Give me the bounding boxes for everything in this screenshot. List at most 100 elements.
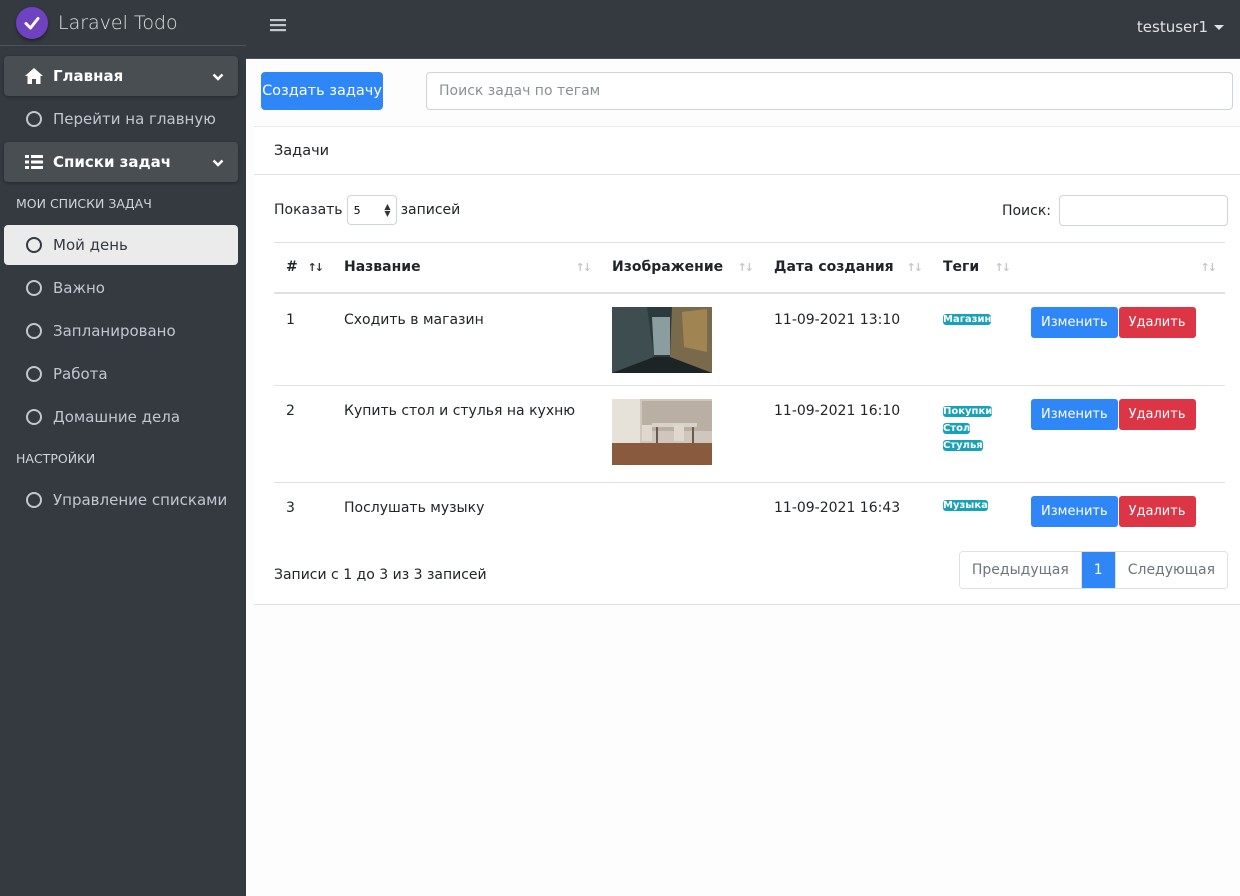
table-row: 1 Сходить в магазин 11-09-2021 13:10 Маг… [274, 292, 1225, 386]
user-name: testuser1 [1136, 18, 1208, 36]
circle-icon [24, 366, 44, 382]
sidebar-item-work[interactable]: Работа [4, 354, 238, 394]
topbar: testuser1 [246, 0, 1240, 59]
sidebar-item-label: Важно [53, 279, 105, 297]
sidebar-item-label: Перейти на главную [53, 110, 216, 128]
cell-image [600, 385, 762, 483]
task-image [612, 399, 712, 465]
cell-num: 3 [286, 500, 295, 516]
circle-icon [24, 492, 44, 508]
tasks-card: Задачи Показать 5 ▲ ▼ записей Поиск: # ↑… [254, 126, 1240, 605]
user-menu[interactable]: testuser1 [1137, 18, 1224, 36]
cell-date: 11-09-2021 13:10 [762, 292, 931, 386]
cell-num: 2 [274, 385, 332, 483]
brand-link[interactable]: Laravel Todo [0, 0, 246, 46]
chevron-down-icon [212, 154, 224, 172]
col-actions[interactable]: ↑↓ [1019, 242, 1225, 294]
edit-button[interactable]: Изменить [1031, 496, 1118, 527]
sidebar-item-label: Запланировано [53, 322, 176, 340]
edit-button[interactable]: Изменить [1031, 399, 1118, 430]
sidebar-item-household[interactable]: Домашние дела [4, 397, 238, 437]
menu-toggle-icon[interactable] [270, 18, 286, 36]
col-image-label: Изображение [612, 259, 724, 276]
pagination-page-1[interactable]: 1 [1081, 552, 1115, 588]
tag-badge[interactable]: Стулья [943, 440, 983, 451]
table-row: 2 Купить стол и стулья на кухню 11-09-20… [274, 385, 1225, 483]
col-num-label: # [286, 259, 298, 276]
cell-image [600, 292, 762, 386]
sort-icon: ↑↓ [906, 261, 924, 274]
cell-actions: Изменить Удалить [1019, 292, 1225, 386]
col-date[interactable]: Дата создания ↑↓ [762, 242, 931, 294]
cell-tags: Магазин [931, 292, 1019, 386]
pagination: Предыдущая 1 Следующая [958, 551, 1228, 589]
pagination-prev[interactable]: Предыдущая [959, 552, 1082, 588]
table-header-row: # ↑↓ Название ↑↓ Изображение ↑↓ Дата создан… [274, 242, 1225, 294]
cell-tags: Покупки Стол Стулья [931, 385, 1019, 483]
cell-date: 11-09-2021 16:43 [774, 500, 901, 516]
brand-logo-icon [16, 6, 48, 39]
create-task-button[interactable]: Создать задачу [261, 72, 383, 110]
col-image[interactable]: Изображение ↑↓ [600, 242, 762, 294]
circle-icon [24, 280, 44, 296]
table-filter: Поиск: [1002, 195, 1228, 226]
sidebar-item-important[interactable]: Важно [4, 268, 238, 308]
sidebar-item-manage-lists[interactable]: Управление списками [4, 480, 238, 520]
table-row: 3 Послушать музыку 11-09-2021 16:43 Музы… [274, 483, 1225, 529]
col-num[interactable]: # ↑↓ [274, 242, 332, 294]
sidebar-group-lists-label: Списки задач [53, 153, 172, 171]
delete-button[interactable]: Удалить [1118, 306, 1196, 338]
delete-button[interactable]: Удалить [1118, 496, 1196, 527]
cell-num: 1 [274, 292, 332, 386]
col-date-label: Дата создания [774, 259, 894, 276]
sidebar-item-label: Работа [53, 365, 108, 383]
show-suffix: записей [400, 202, 461, 218]
tag-badge[interactable]: Музыка [943, 500, 988, 511]
col-title-label: Название [344, 259, 421, 276]
cell-actions: Изменить Удалить [1019, 385, 1225, 483]
sidebar-item-my-day[interactable]: Мой день [4, 225, 238, 265]
cell-date: 11-09-2021 16:10 [762, 385, 931, 483]
filter-input[interactable] [1059, 195, 1228, 226]
sort-asc-icon: ↑↓ [307, 261, 325, 274]
page-length-select[interactable]: 5 [346, 195, 397, 225]
col-tags-label: Теги [943, 259, 980, 276]
filter-label: Поиск: [1001, 202, 1051, 219]
tasks-table: # ↑↓ Название ↑↓ Изображение ↑↓ Дата создан… [274, 242, 1225, 529]
sidebar-item-label: Домашние дела [53, 408, 181, 426]
sidebar-group-main[interactable]: Главная [4, 56, 238, 96]
tag-search-input[interactable] [426, 72, 1233, 110]
tag-badge[interactable]: Стол [943, 423, 971, 434]
sidebar-item-planned[interactable]: Запланировано [4, 311, 238, 351]
circle-icon [24, 409, 44, 425]
circle-icon [24, 237, 44, 253]
cell-image [600, 483, 762, 529]
circle-icon [24, 111, 44, 127]
show-label: Показать [274, 202, 343, 218]
circle-icon [24, 323, 44, 339]
col-title[interactable]: Название ↑↓ [332, 242, 600, 294]
sidebar: Laravel Todo Главная Перейти на главную … [0, 0, 246, 896]
page-length-control: Показать 5 ▲ ▼ записей [274, 195, 460, 225]
table-info: Записи с 1 до 3 из 3 записей [274, 567, 487, 583]
sidebar-item-go-home[interactable]: Перейти на главную [4, 99, 238, 139]
sort-icon: ↑↓ [1200, 261, 1218, 274]
edit-button[interactable]: Изменить [1031, 306, 1118, 338]
chevron-down-icon [212, 68, 224, 86]
list-icon [24, 154, 44, 170]
pagination-next[interactable]: Следующая [1114, 552, 1227, 588]
sort-icon: ↑↓ [737, 261, 755, 274]
sidebar-item-label: Мой день [53, 236, 128, 254]
task-image [612, 306, 712, 373]
delete-button[interactable]: Удалить [1118, 399, 1196, 430]
tag-badge[interactable]: Магазин [943, 313, 992, 325]
cell-title: Послушать музыку [344, 500, 485, 516]
sidebar-group-lists[interactable]: Списки задач [4, 142, 238, 182]
sidebar-group-main-label: Главная [53, 67, 124, 85]
tag-badge[interactable]: Покупки [943, 406, 993, 417]
sidebar-nav: Главная Перейти на главную Списки задач … [0, 46, 246, 520]
table-toolbar: Показать 5 ▲ ▼ записей Поиск: [254, 175, 1240, 239]
sidebar-item-label: Управление списками [53, 491, 228, 509]
col-tags[interactable]: Теги ↑↓ [931, 242, 1019, 294]
caret-down-icon [1214, 24, 1224, 30]
